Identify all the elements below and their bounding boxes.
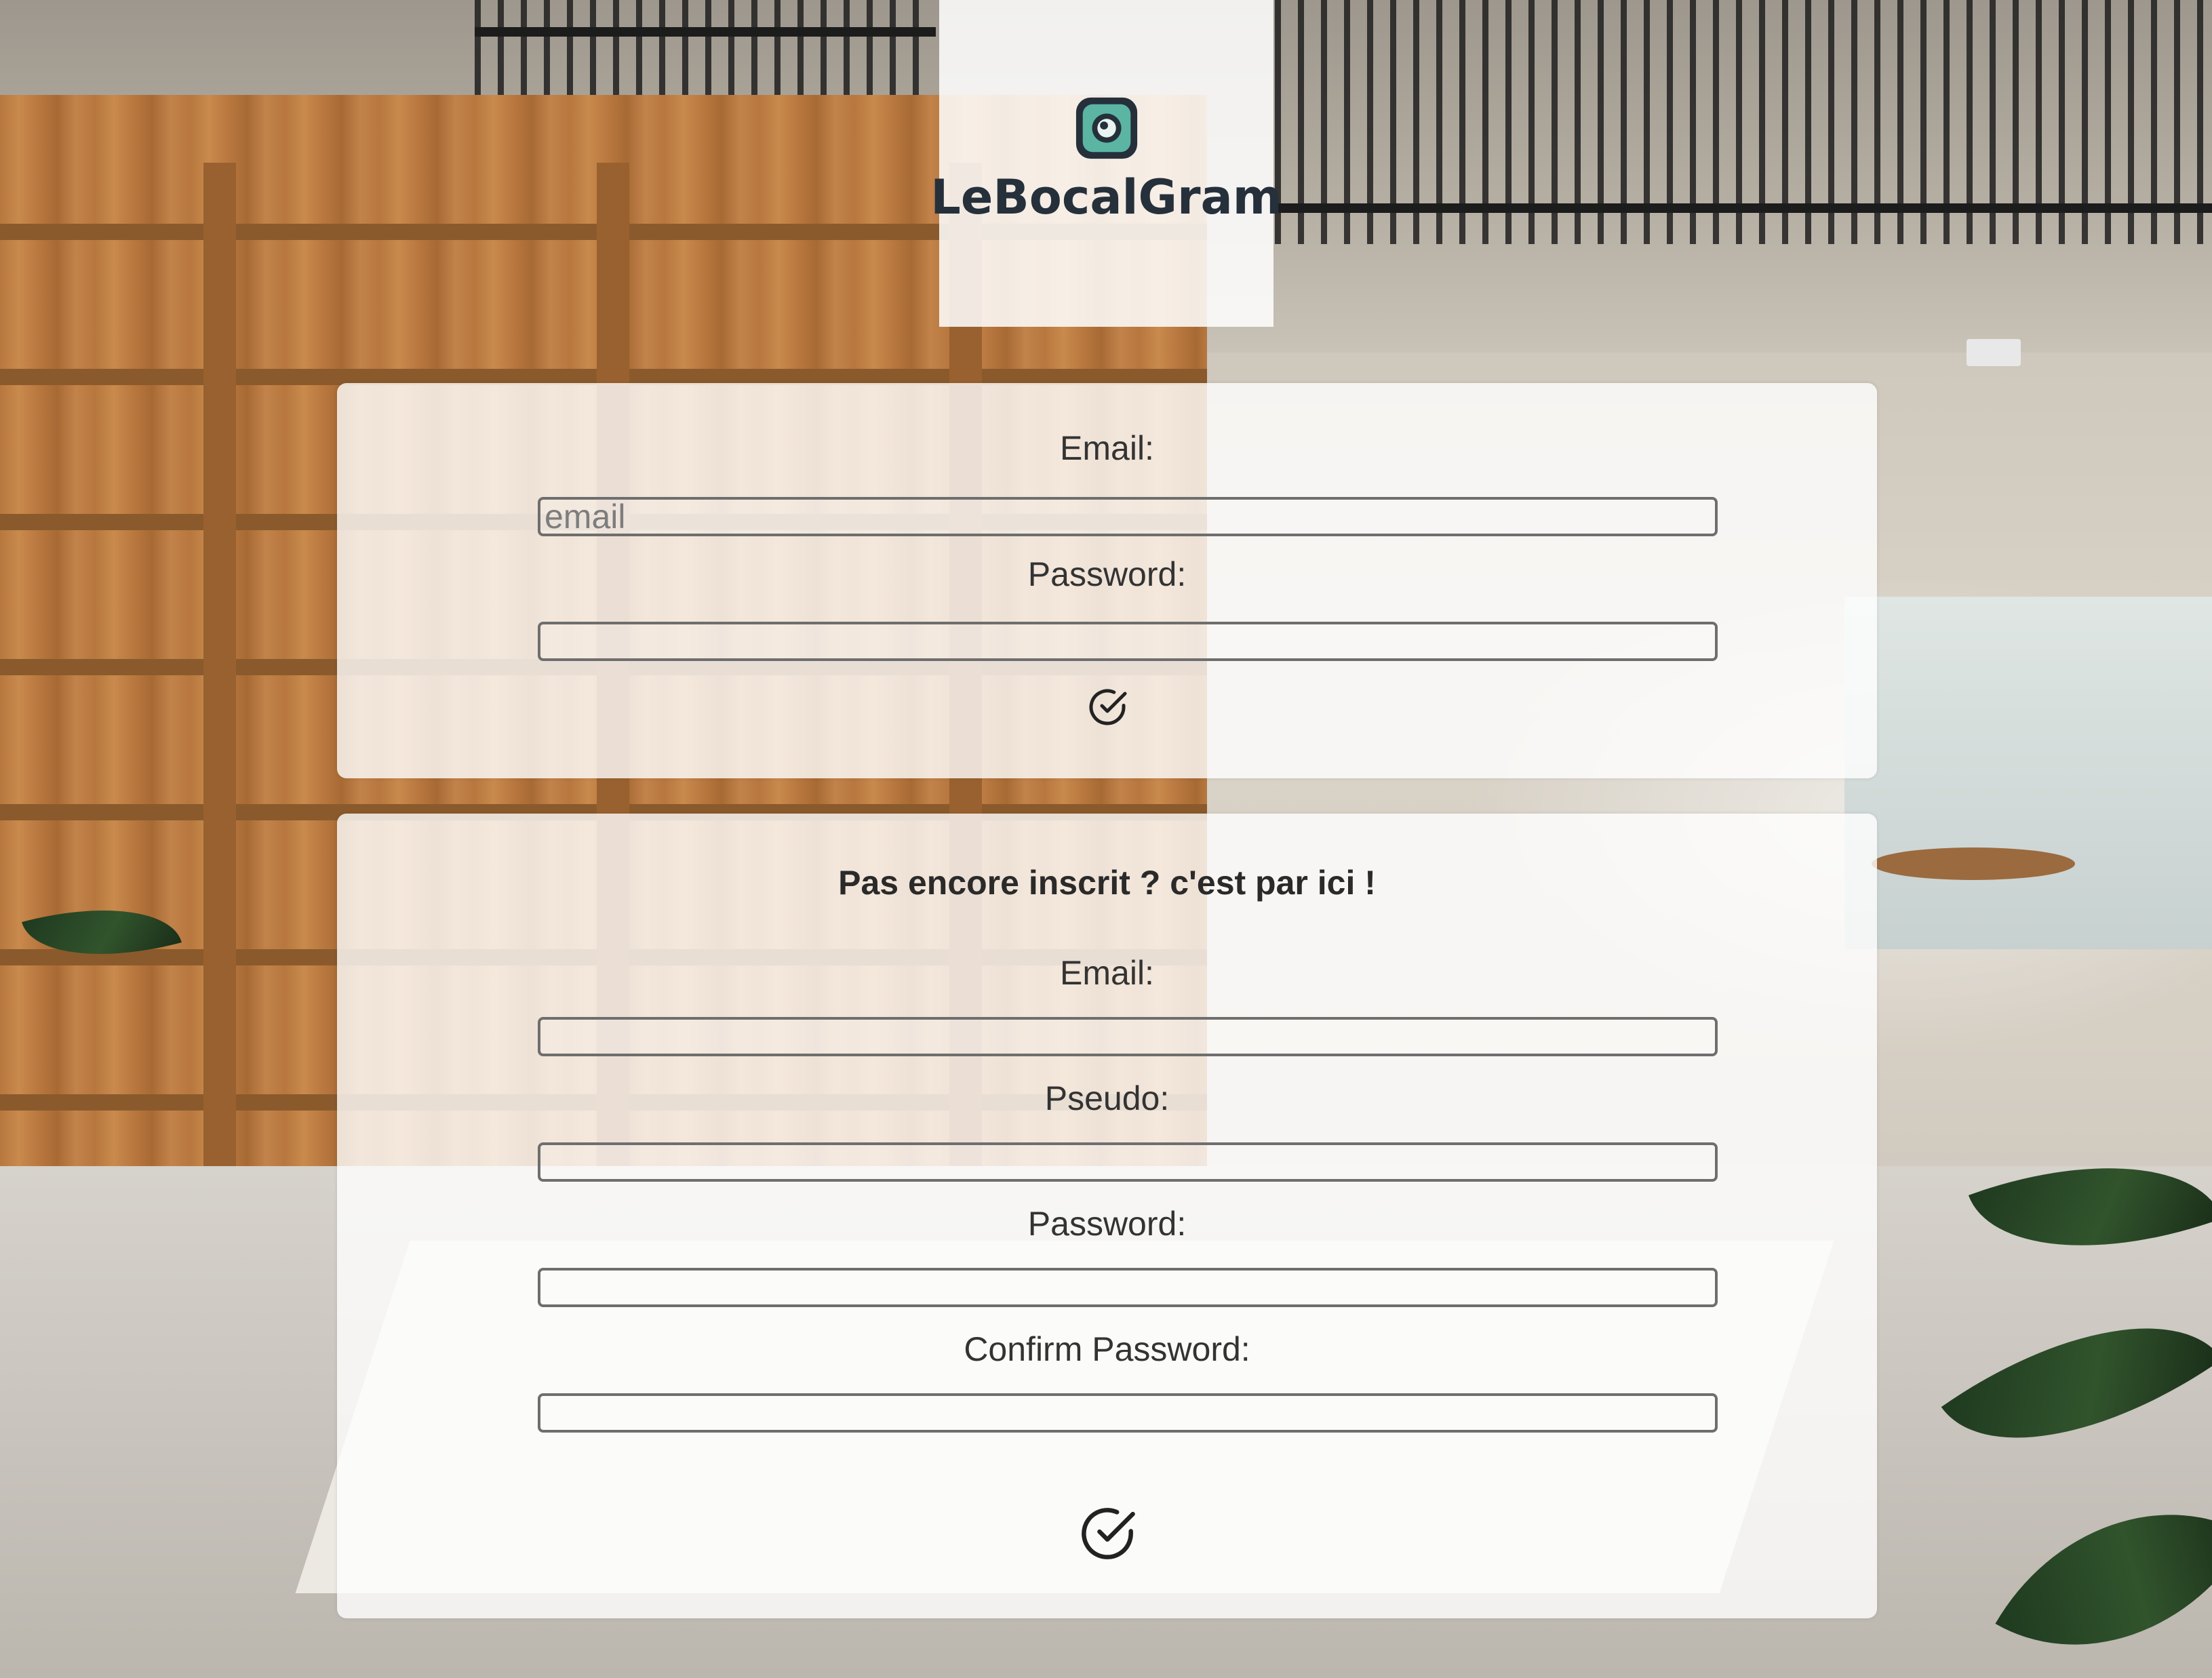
login-password-input[interactable] (538, 622, 1718, 661)
login-submit-button[interactable] (1083, 683, 1132, 732)
app-logo-wordmark: LeBocalGram (930, 169, 1282, 225)
signup-email-label: Email: (1060, 954, 1154, 992)
login-password-label: Password: (1027, 555, 1187, 593)
page: LeBocalGram Email: Password: Pas encore … (0, 0, 2212, 1678)
background-rail-bar (475, 27, 936, 37)
background-lamp (1967, 339, 2021, 366)
login-form: Email: Password: (337, 383, 1877, 778)
signup-heading: Pas encore inscrit ? c'est par ici ! (838, 864, 1376, 902)
logo-panel: LeBocalGram (930, 0, 1282, 327)
signup-confirm-password-input[interactable] (538, 1393, 1718, 1433)
login-email-label: Email: (1060, 429, 1154, 467)
signup-password-label: Password: (1027, 1205, 1187, 1243)
background-window (1844, 597, 2212, 949)
signup-password-input[interactable] (538, 1268, 1718, 1307)
check-circle-icon (1089, 689, 1126, 725)
signup-pseudo-label: Pseudo: (1044, 1079, 1170, 1117)
background-rail-bar (1275, 203, 2212, 213)
signup-pseudo-input[interactable] (538, 1142, 1718, 1182)
signup-email-input[interactable] (538, 1017, 1718, 1056)
signup-confirm-password-label: Confirm Password: (964, 1330, 1250, 1368)
signup-submit-button[interactable] (1072, 1498, 1143, 1569)
background-shelf-post (203, 163, 236, 1247)
signup-form: Pas encore inscrit ? c'est par ici ! Ema… (337, 814, 1877, 1618)
login-email-input[interactable] (538, 497, 1718, 536)
camera-logo-icon (1075, 97, 1137, 159)
check-circle-icon (1081, 1508, 1135, 1559)
background-table (1872, 847, 2075, 880)
